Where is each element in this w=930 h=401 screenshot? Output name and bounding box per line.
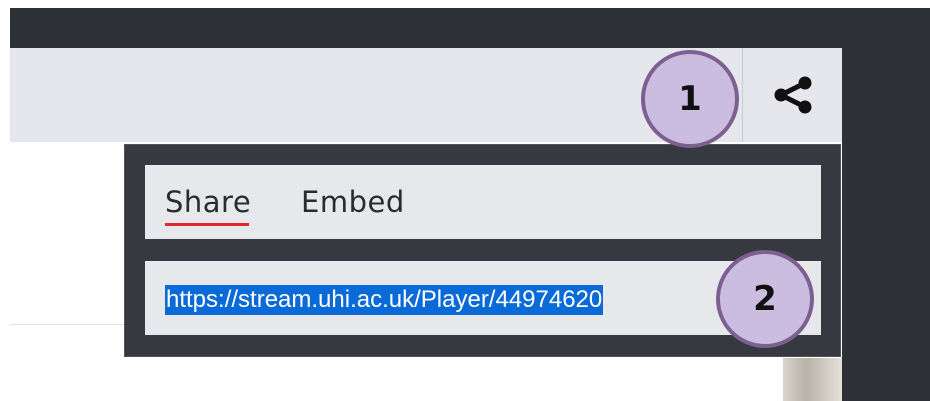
callout-badge-1: 1 xyxy=(641,50,739,148)
share-icon xyxy=(774,76,811,114)
active-tab-underline xyxy=(165,223,249,226)
share-button[interactable] xyxy=(743,48,842,142)
tab-embed[interactable]: Embed xyxy=(301,185,405,219)
tab-share[interactable]: Share xyxy=(165,185,251,219)
background-image-edge xyxy=(783,358,842,401)
content-divider xyxy=(10,324,130,325)
callout-badge-2: 2 xyxy=(716,250,814,348)
share-url-text[interactable]: https://stream.uhi.ac.uk/Player/44974620 xyxy=(165,285,604,315)
